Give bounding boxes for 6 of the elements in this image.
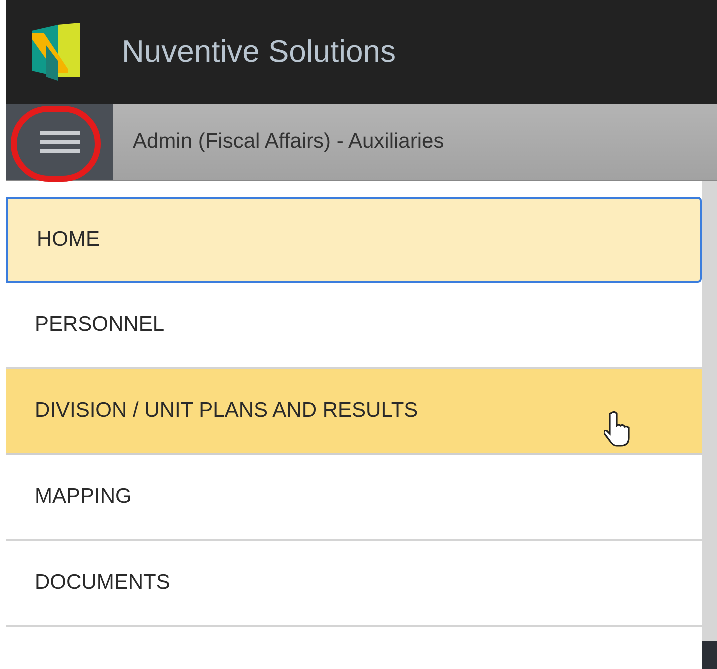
menu-item[interactable]: HOME bbox=[6, 197, 702, 283]
hand-cursor-icon bbox=[604, 411, 632, 447]
footer-bar bbox=[702, 641, 717, 669]
unit-name: Admin (Fiscal Affairs) - Auxiliaries bbox=[133, 129, 444, 156]
app-title: Nuventive Solutions bbox=[122, 32, 396, 71]
menu-item[interactable]: DIVISION / UNIT PLANS AND RESULTS bbox=[6, 369, 702, 455]
